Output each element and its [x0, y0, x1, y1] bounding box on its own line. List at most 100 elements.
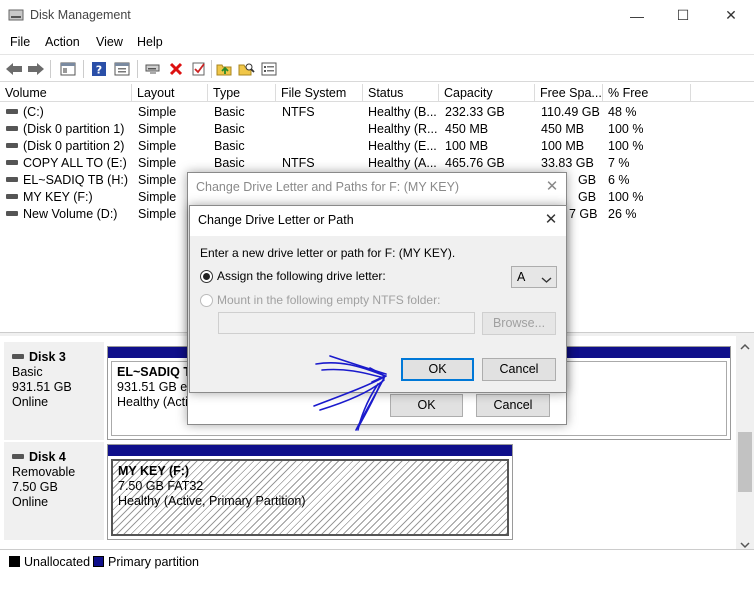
column-header-status[interactable]: Status: [363, 84, 439, 102]
connect-drive-icon[interactable]: [143, 59, 163, 79]
drive-icon: [6, 160, 18, 165]
capacity-cell: 465.76 GB: [445, 156, 505, 170]
mount-folder-radio[interactable]: [200, 294, 213, 307]
disk-3-label[interactable]: Disk 3 Basic 931.51 GB Online: [4, 342, 104, 440]
table-row[interactable]: (Disk 0 partition 2) Simple Basic Health…: [0, 138, 754, 155]
check-disk-icon[interactable]: [189, 59, 209, 79]
legend-primary-partition: Primary partition: [108, 555, 199, 569]
disk-4-partition[interactable]: MY KEY (F:) 7.50 GB FAT32 Healthy (Activ…: [107, 444, 513, 540]
forward-arrow-icon[interactable]: [26, 59, 46, 79]
capacity-cell: 100 MB: [445, 139, 489, 153]
drive-letter-select[interactable]: A: [511, 266, 557, 288]
ok-button[interactable]: OK: [401, 358, 474, 381]
volume-list-header: Volume Layout Type File System Status Ca…: [0, 84, 754, 102]
folder-path-input[interactable]: [218, 312, 475, 334]
outer-cancel-button[interactable]: Cancel: [476, 394, 550, 417]
percent-free-cell: 100 %: [608, 190, 644, 204]
column-header-layout[interactable]: Layout: [132, 84, 208, 102]
file-system-cell: NTFS: [282, 105, 315, 119]
properties-icon[interactable]: [112, 59, 132, 79]
column-header-capacity[interactable]: Capacity: [439, 84, 535, 102]
disk-management-app-icon: [8, 8, 24, 22]
column-header-percent-free[interactable]: % Free: [603, 84, 691, 102]
browse-button[interactable]: Browse...: [482, 312, 556, 335]
volume-name-cell: (C:): [6, 104, 130, 121]
menu-action[interactable]: Action: [45, 35, 80, 49]
percent-free-cell: 7 %: [608, 156, 630, 170]
assign-letter-radio[interactable]: [200, 270, 213, 283]
disk-state: Online: [12, 395, 49, 409]
toolbar-separator: [137, 60, 138, 78]
back-arrow-icon[interactable]: [4, 59, 24, 79]
vertical-scrollbar[interactable]: [736, 336, 754, 549]
percent-free-cell: 100 %: [608, 139, 644, 153]
toolbar-separator: [50, 60, 51, 78]
scroll-thumb[interactable]: [738, 432, 752, 492]
delete-icon[interactable]: [166, 59, 186, 79]
table-row[interactable]: COPY ALL TO (E:) Simple Basic NTFS Healt…: [0, 155, 754, 172]
capacity-cell: 232.33 GB: [445, 105, 505, 119]
disk-4-label[interactable]: Disk 4 Removable 7.50 GB Online: [4, 442, 104, 540]
free-space-cell: GB: [578, 190, 597, 204]
legend-bar: Unallocated Primary partition: [0, 549, 754, 573]
volume-name-cell: MY KEY (F:): [6, 189, 130, 206]
table-row[interactable]: (Disk 0 partition 1) Simple Basic Health…: [0, 121, 754, 138]
dialog-close-icon[interactable]: ✕: [541, 210, 561, 230]
legend-unallocated: Unallocated: [24, 555, 91, 569]
show-console-tree-icon[interactable]: [58, 59, 78, 79]
primary-partition-bar: [108, 445, 512, 456]
scroll-up-icon[interactable]: [740, 340, 750, 354]
outer-ok-button[interactable]: OK: [390, 394, 463, 417]
dialog-title: Change Drive Letter and Paths for F: (MY…: [196, 180, 460, 194]
table-row[interactable]: (C:) Simple Basic NTFS Healthy (B... 232…: [0, 104, 754, 121]
type-cell: Basic: [214, 122, 245, 136]
disk-icon: [12, 454, 24, 459]
title-bar: Disk Management — ☐ ✕: [0, 0, 754, 31]
column-header-free-space[interactable]: Free Spa...: [535, 84, 603, 102]
percent-free-cell: 26 %: [608, 207, 637, 221]
layout-cell: Simple: [138, 207, 177, 221]
layout-cell: Simple: [138, 105, 177, 119]
minimize-button[interactable]: —: [614, 0, 660, 31]
close-window-button[interactable]: ✕: [708, 0, 754, 31]
disk-name: Disk 4: [12, 450, 104, 465]
column-header-type[interactable]: Type: [208, 84, 276, 102]
volume-name-cell: (Disk 0 partition 2): [6, 138, 130, 155]
disk-kind: Removable: [12, 465, 76, 479]
dialog-prompt: Enter a new drive letter or path for F: …: [200, 246, 456, 260]
layout-cell: Simple: [138, 173, 177, 187]
drive-icon: [6, 194, 18, 199]
file-system-cell: NTFS: [282, 156, 315, 170]
disk-state: Online: [12, 495, 49, 509]
volume-name-cell: (Disk 0 partition 1): [6, 121, 130, 138]
settings-panel-icon[interactable]: [259, 59, 279, 79]
type-cell: Basic: [214, 139, 245, 153]
help-icon[interactable]: ?: [89, 59, 109, 79]
partition-size: 7.50 GB FAT32: [118, 479, 204, 493]
menu-file[interactable]: File: [10, 35, 30, 49]
search-folder-icon[interactable]: [237, 59, 257, 79]
free-space-cell: 110.49 GB: [541, 105, 600, 119]
percent-free-cell: 48 %: [608, 105, 637, 119]
drive-icon: [6, 177, 18, 182]
drive-icon: [6, 211, 18, 216]
partition-status: Healthy (Active, Primary Partition): [118, 494, 306, 508]
column-header-volume[interactable]: Volume: [0, 84, 132, 102]
cancel-button[interactable]: Cancel: [482, 358, 556, 381]
disk-size: 7.50 GB: [12, 480, 58, 494]
menu-help[interactable]: Help: [137, 35, 163, 49]
disk-size: 931.51 GB: [12, 380, 72, 394]
assign-letter-label[interactable]: Assign the following drive letter:: [217, 269, 386, 283]
partition-details: MY KEY (F:) 7.50 GB FAT32 Healthy (Activ…: [111, 459, 509, 536]
menu-view[interactable]: View: [96, 35, 123, 49]
mount-folder-label[interactable]: Mount in the following empty NTFS folder…: [217, 293, 440, 307]
layout-cell: Simple: [138, 139, 177, 153]
drive-icon: [6, 143, 18, 148]
annotation-arrow-scribble: [313, 355, 387, 431]
status-cell: Healthy (A...: [368, 156, 437, 170]
maximize-button[interactable]: ☐: [660, 0, 706, 31]
type-cell: Basic: [214, 156, 245, 170]
dialog-close-icon[interactable]: ✕: [542, 177, 562, 197]
column-header-file-system[interactable]: File System: [276, 84, 363, 102]
folder-up-icon[interactable]: [215, 59, 235, 79]
